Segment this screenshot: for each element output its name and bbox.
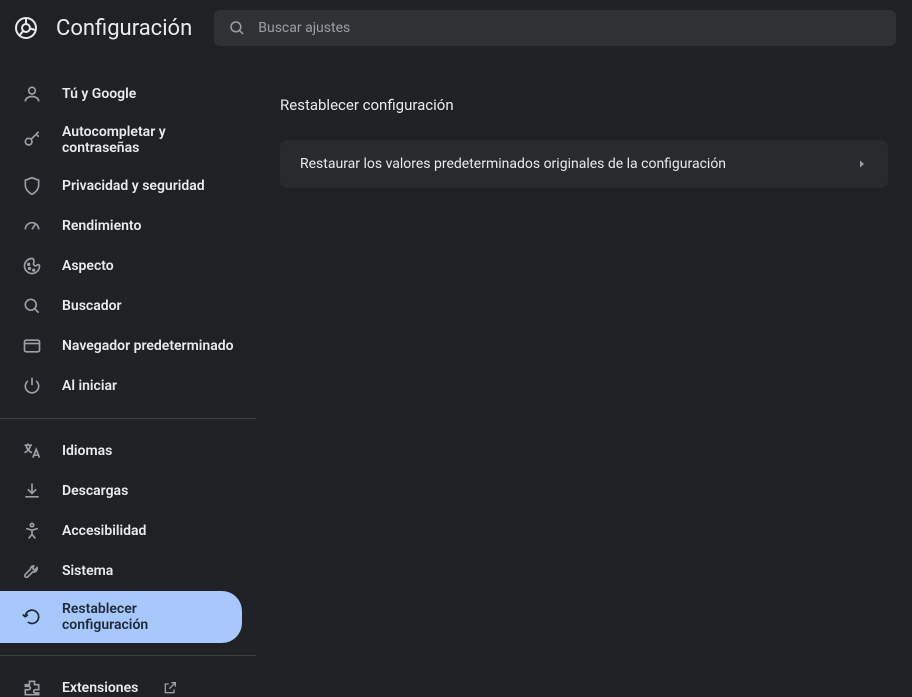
sidebar-item-performance[interactable]: Rendimiento <box>0 206 256 246</box>
header: Configuración <box>0 0 912 56</box>
sidebar-item-privacy[interactable]: Privacidad y seguridad <box>0 166 256 206</box>
power-icon <box>22 376 42 396</box>
search-input[interactable] <box>258 20 882 36</box>
sidebar-item-system[interactable]: Sistema <box>0 551 256 591</box>
extension-icon <box>22 678 42 697</box>
sidebar-item-label: Descargas <box>62 483 128 499</box>
accessibility-icon <box>22 521 42 541</box>
sidebar-item-label: Rendimiento <box>62 218 141 234</box>
main-content: Restablecer configuración Restaurar los … <box>256 56 912 697</box>
sidebar-item-on-startup[interactable]: Al iniciar <box>0 366 256 406</box>
sidebar-item-autofill[interactable]: Autocompletar y contraseñas <box>0 114 256 166</box>
person-icon <box>22 84 42 104</box>
reset-settings-label: Restaurar los valores predeterminados or… <box>300 156 726 172</box>
sidebar-item-label: Tú y Google <box>62 86 136 102</box>
sidebar-item-default-browser[interactable]: Navegador predeterminado <box>0 326 256 366</box>
sidebar-item-you-and-google[interactable]: Tú y Google <box>0 74 256 114</box>
reset-settings-row[interactable]: Restaurar los valores predeterminados or… <box>280 140 888 188</box>
sidebar-item-extensions[interactable]: Extensiones <box>0 668 256 697</box>
sidebar-item-label: Sistema <box>62 563 113 579</box>
reset-icon <box>22 607 42 627</box>
translate-icon <box>22 441 42 461</box>
sidebar-item-label: Navegador predeterminado <box>62 338 234 354</box>
sidebar-item-label: Extensiones <box>62 680 138 696</box>
search-icon <box>228 19 246 37</box>
external-link-icon <box>162 680 178 696</box>
sidebar-item-appearance[interactable]: Aspecto <box>0 246 256 286</box>
browser-icon <box>22 336 42 356</box>
wrench-icon <box>22 561 42 581</box>
chrome-logo-icon <box>14 16 38 40</box>
sidebar: Tú y Google Autocompletar y contraseñas … <box>0 56 256 697</box>
speedometer-icon <box>22 216 42 236</box>
sidebar-divider <box>0 655 256 656</box>
sidebar-item-label: Accesibilidad <box>62 523 146 539</box>
sidebar-item-label: Aspecto <box>62 258 114 274</box>
download-icon <box>22 481 42 501</box>
section-title: Restablecer configuración <box>280 96 888 114</box>
sidebar-item-label: Autocompletar y contraseñas <box>62 124 240 156</box>
sidebar-item-label: Idiomas <box>62 443 112 459</box>
search-box[interactable] <box>214 10 896 46</box>
sidebar-divider <box>0 418 256 419</box>
search-icon <box>22 296 42 316</box>
palette-icon <box>22 256 42 276</box>
key-icon <box>22 130 42 150</box>
sidebar-item-label: Privacidad y seguridad <box>62 178 205 194</box>
sidebar-item-label: Al iniciar <box>62 378 117 394</box>
sidebar-item-label: Restablecer configuración <box>62 601 226 633</box>
sidebar-item-search-engine[interactable]: Buscador <box>0 286 256 326</box>
sidebar-item-reset[interactable]: Restablecer configuración <box>0 591 242 643</box>
sidebar-item-downloads[interactable]: Descargas <box>0 471 256 511</box>
sidebar-item-languages[interactable]: Idiomas <box>0 431 256 471</box>
sidebar-item-accessibility[interactable]: Accesibilidad <box>0 511 256 551</box>
app-title: Configuración <box>56 16 192 41</box>
shield-icon <box>22 176 42 196</box>
chevron-right-icon <box>856 158 868 170</box>
sidebar-item-label: Buscador <box>62 298 122 314</box>
